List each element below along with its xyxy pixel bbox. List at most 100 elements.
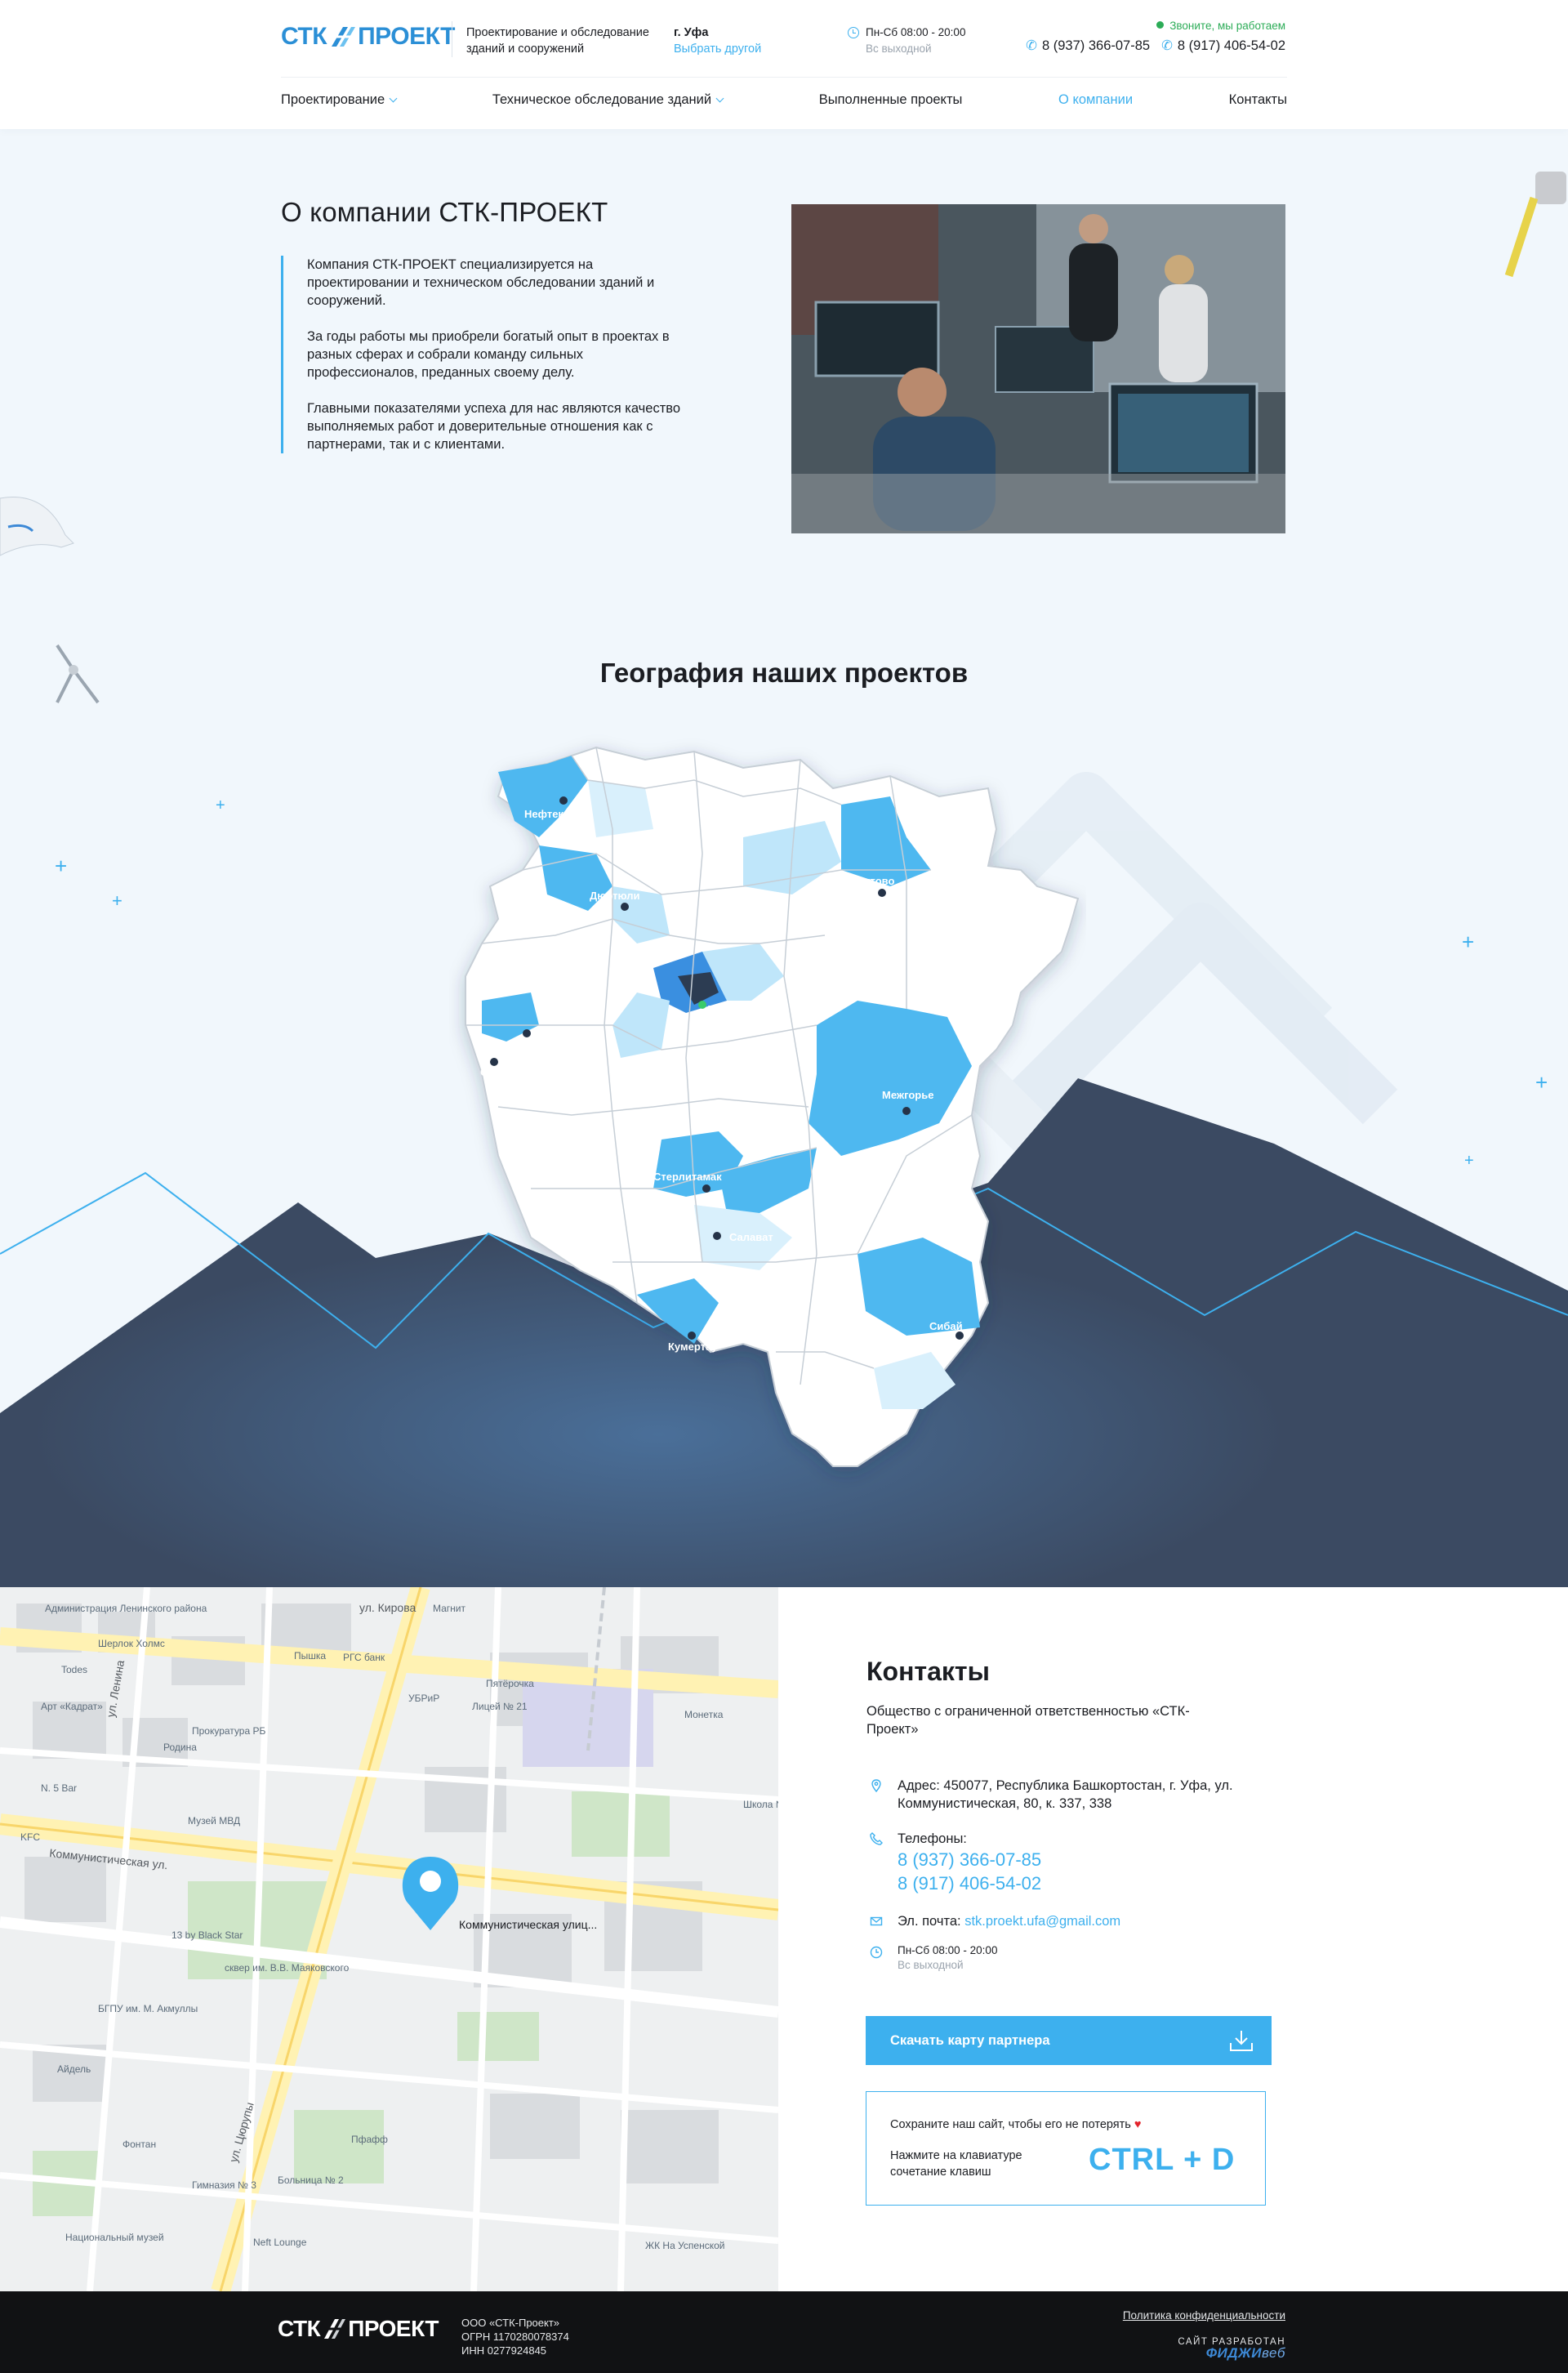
map-poi: РГС банк bbox=[343, 1652, 385, 1663]
developer-credit[interactable]: САЙТ РАЗРАБОТАН ФИДЖИвеб bbox=[1178, 2336, 1285, 2360]
footer-inn: ИНН 0277924845 bbox=[461, 2344, 547, 2357]
work-hours-sub: Вс выходной bbox=[866, 42, 932, 55]
bookmark-keys: CTRL + D bbox=[1089, 2143, 1236, 2177]
map-poi: Арт «Кадрат» bbox=[41, 1701, 103, 1712]
phone-icon bbox=[870, 1832, 883, 1845]
contact-hours-text: Пн-Сб 08:00 - 20:00 bbox=[898, 1944, 998, 1956]
logo-text-left: СТК bbox=[281, 23, 327, 50]
map-poi: Пышка bbox=[294, 1650, 326, 1662]
work-hours: Пн-Сб 08:00 - 20:00 Вс выходной bbox=[848, 25, 965, 57]
logo-mark-icon bbox=[323, 2319, 346, 2339]
bookmark-hint: Нажмите на клавиатуре сочетание клавиш bbox=[890, 2149, 1022, 2179]
about-paragraph-2: За годы работы мы приобрели богатый опыт… bbox=[307, 329, 670, 380]
contact-address: Адрес: 450077, Республика Башкортостан, … bbox=[866, 1777, 1258, 1813]
clock-icon bbox=[870, 1946, 883, 1959]
map-poi: Больница № 2 bbox=[278, 2175, 344, 2186]
call-status-text: Звоните, мы работаем bbox=[1169, 20, 1285, 32]
contact-phone-1[interactable]: 8 (937) 366-07-85 bbox=[898, 1848, 1041, 1871]
main-nav: Проектирование Техническое обследование … bbox=[281, 92, 1287, 108]
status-dot-icon bbox=[1156, 21, 1165, 29]
address-text: 450077, Республика Башкортостан, г. Уфа,… bbox=[898, 1778, 1233, 1811]
nav-item-design[interactable]: Проектирование bbox=[281, 92, 398, 108]
email-link[interactable]: stk.proekt.ufa@gmail.com bbox=[964, 1914, 1120, 1929]
map-poi: Монетка bbox=[684, 1709, 724, 1720]
map-poi: Айдель bbox=[57, 2063, 91, 2075]
footer-logo-right: ПРОЕКТ bbox=[348, 2316, 439, 2341]
nav-item-inspection[interactable]: Техническое обследование зданий bbox=[492, 92, 724, 108]
contact-map[interactable]: ул. Кирова Коммунистическая ул. ул. Цюру… bbox=[0, 1587, 778, 2291]
map-poi: Гимназия № 3 bbox=[192, 2179, 256, 2191]
map-poi: ЖК На Успенской bbox=[645, 2240, 724, 2251]
contacts-title: Контакты bbox=[866, 1657, 990, 1686]
heart-icon: ♥ bbox=[1134, 2118, 1142, 2131]
header-phone-2[interactable]: ✆ 8 (917) 406-54-02 bbox=[1161, 38, 1285, 54]
contact-hours: Пн-Сб 08:00 - 20:00 Вс выходной bbox=[866, 1943, 997, 1973]
nav-item-about[interactable]: О компании bbox=[1058, 92, 1133, 108]
clock-icon bbox=[848, 27, 859, 38]
header-phones: ✆ 8 (937) 366-07-85 ✆ 8 (917) 406-54-02 bbox=[1026, 38, 1285, 54]
map-poi: 13 by Black Star bbox=[172, 1929, 243, 1941]
about-paragraph-3: Главными показателями успеха для нас явл… bbox=[307, 401, 681, 452]
header-phone-1-text: 8 (937) 366-07-85 bbox=[1041, 38, 1151, 53]
nav-item-projects[interactable]: Выполненные проекты bbox=[819, 92, 963, 108]
about-text: Компания СТК-ПРОЕКТ специализируется на … bbox=[281, 256, 697, 453]
privacy-policy-link[interactable]: Политика конфиденциальности bbox=[1123, 2309, 1285, 2322]
mail-icon bbox=[870, 1916, 883, 1926]
footer-company-info: ООО «СТК-Проект» ОГРН 1170280078374 ИНН … bbox=[461, 2316, 569, 2357]
footer-ogrn: ОГРН 1170280078374 bbox=[461, 2331, 569, 2343]
site-footer: СТК ПРОЕКТ ООО «СТК-Проект» ОГРН 1170280… bbox=[0, 2291, 1568, 2373]
phone-icon: ✆ bbox=[1026, 38, 1037, 53]
call-status: Звоните, мы работаем bbox=[1156, 20, 1285, 32]
map-poi: Национальный музей bbox=[65, 2232, 164, 2243]
nav-item-contacts[interactable]: Контакты bbox=[1229, 92, 1287, 108]
location-icon bbox=[871, 1779, 881, 1792]
geography-title: География наших проектов bbox=[599, 658, 969, 688]
city-label: Туймазы bbox=[505, 1041, 551, 1053]
footer-logo-left: СТК bbox=[278, 2316, 321, 2341]
map-pin-label: Коммунистическая улиц... bbox=[459, 1918, 597, 1931]
map-poi: БГПУ им. М. Акмуллы bbox=[98, 2003, 198, 2014]
footer-logo[interactable]: СТК ПРОЕКТ bbox=[278, 2316, 439, 2342]
map-poi: Todes bbox=[61, 1664, 87, 1675]
city-label: Кумертау bbox=[668, 1340, 718, 1353]
nav-item-label: Контакты bbox=[1228, 92, 1287, 107]
plus-deco-icon: + bbox=[216, 796, 225, 814]
logo[interactable]: СТК ПРОЕКТ bbox=[281, 23, 455, 51]
nav-item-label: О компании bbox=[1058, 92, 1134, 107]
header-phone-1[interactable]: ✆ 8 (937) 366-07-85 bbox=[1026, 38, 1150, 54]
plus-deco-icon: + bbox=[55, 854, 68, 878]
map-poi: Лицей № 21 bbox=[472, 1701, 528, 1712]
logo-text-right: ПРОЕКТ bbox=[358, 23, 455, 50]
contact-phones: Телефоны: 8 (937) 366-07-85 8 (917) 406-… bbox=[866, 1830, 1041, 1895]
about-title: О компании СТК-ПРОЕКТ bbox=[281, 197, 608, 227]
map-poi: Музей МВД bbox=[188, 1815, 240, 1827]
city-label: Дюртюли bbox=[590, 890, 640, 902]
map-poi: Пфафф bbox=[351, 2134, 388, 2145]
developer-brand: ФИДЖИвеб bbox=[1178, 2346, 1285, 2360]
phone-icon: ✆ bbox=[1161, 38, 1173, 53]
city-label: Салават bbox=[729, 1231, 773, 1243]
contacts-org: Общество с ограниченной ответственностью… bbox=[866, 1704, 1190, 1737]
map-poi: KFC bbox=[20, 1831, 40, 1843]
map-poi: Школа № bbox=[743, 1799, 778, 1810]
phones-label: Телефоны: bbox=[898, 1831, 967, 1846]
footer-company: ООО «СТК-Проект» bbox=[461, 2317, 560, 2329]
bookmark-hint-box: Сохраните наш сайт, чтобы его не потерят… bbox=[866, 2091, 1266, 2206]
address-label: Адрес: bbox=[898, 1778, 940, 1793]
city-label: Уфа bbox=[708, 1003, 730, 1015]
logo-mark-icon bbox=[330, 27, 356, 47]
email-label: Эл. почта: bbox=[898, 1914, 961, 1929]
contact-phone-2[interactable]: 8 (917) 406-54-02 bbox=[898, 1871, 1041, 1895]
nav-item-label: Проектирование bbox=[281, 92, 385, 107]
work-hours-text: Пн-Сб 08:00 - 20:00 bbox=[866, 26, 966, 38]
city-change-link[interactable]: Выбрать другой bbox=[674, 41, 761, 57]
map-poi: Прокуратура РБ bbox=[192, 1725, 265, 1737]
map-poi: УБРиР bbox=[408, 1693, 439, 1704]
download-partner-card-button[interactable]: Скачать карту партнера bbox=[866, 2016, 1272, 2065]
chevron-down-icon bbox=[389, 94, 398, 103]
map-poi: Пятёрочка bbox=[486, 1678, 534, 1689]
tape-measure-icon bbox=[1504, 172, 1566, 278]
map-poi: Администрация Ленинского района bbox=[45, 1603, 207, 1614]
map-street-label: ул. Кирова bbox=[359, 1601, 416, 1614]
plus-deco-icon: + bbox=[112, 890, 122, 911]
